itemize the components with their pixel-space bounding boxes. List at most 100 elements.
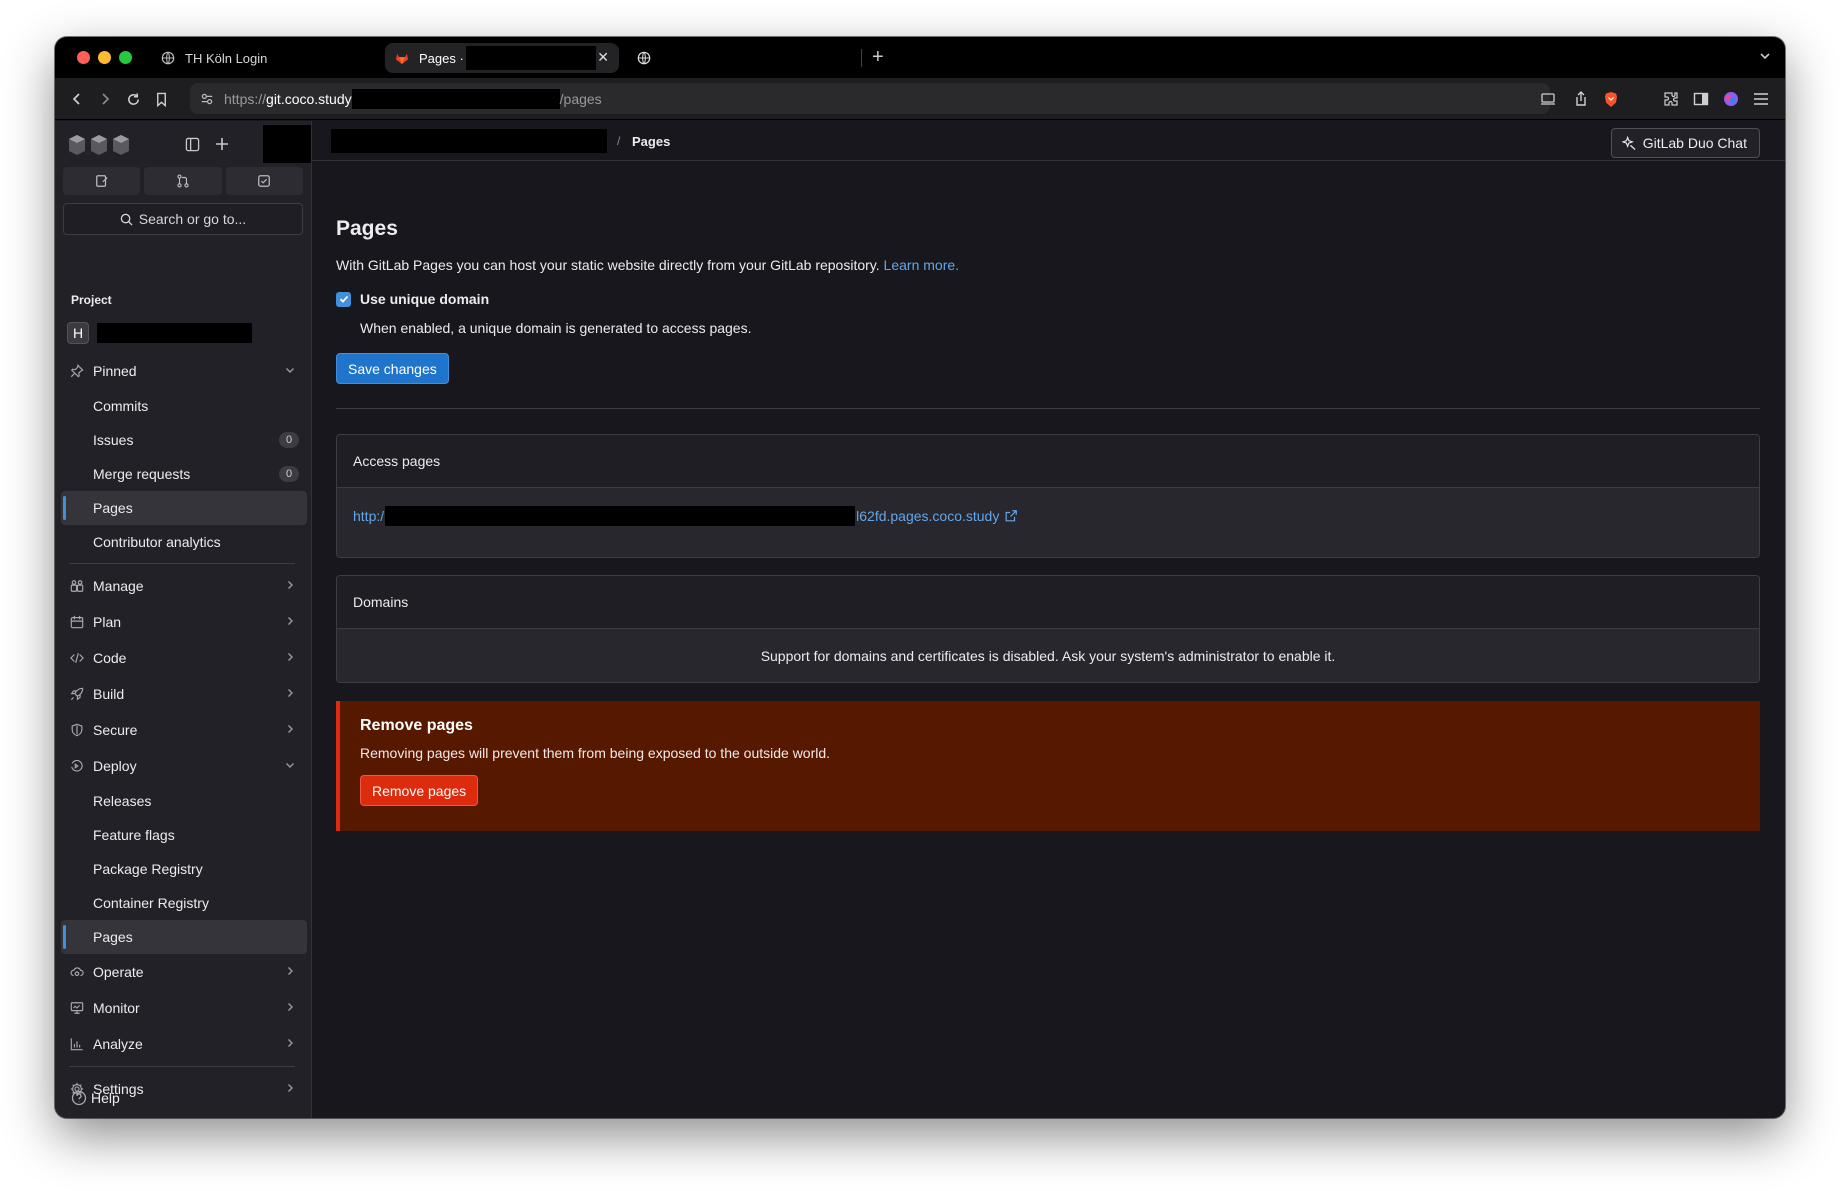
instance-logo-icon[interactable] — [67, 133, 135, 157]
url-prefix: https:// — [224, 90, 267, 107]
todos-shortcut-button[interactable] — [225, 167, 303, 195]
page-title: Pages — [336, 217, 398, 240]
create-new-plus-icon[interactable] — [213, 135, 231, 153]
duo-chat-button[interactable]: GitLab Duo Chat — [1610, 128, 1760, 158]
sidebar-item-pinned[interactable]: Pinned — [61, 353, 307, 389]
extensions-icon[interactable] — [1661, 89, 1681, 109]
main-content: / Pages GitLab Duo Chat Pages With GitLa… — [312, 121, 1785, 1118]
sidebar-item-issues[interactable]: Issues 0 — [61, 423, 307, 457]
breadcrumb-current[interactable]: Pages — [632, 134, 670, 149]
code-icon — [69, 650, 85, 666]
browser-tab-pages[interactable]: Pages · ✕ — [385, 43, 619, 73]
sidebar-item-manage[interactable]: Manage — [61, 568, 307, 604]
save-changes-button[interactable]: Save changes — [336, 353, 449, 384]
sidebar-item-container-registry[interactable]: Container Registry — [61, 886, 307, 920]
sidebar-item-label: Manage — [93, 578, 144, 594]
merge-requests-shortcut-button[interactable] — [144, 167, 222, 195]
browser-tab-blank[interactable] — [627, 43, 847, 73]
count-badge: 0 — [279, 432, 299, 448]
close-window-button[interactable] — [77, 51, 90, 64]
menu-icon[interactable] — [1751, 89, 1771, 109]
sidebar-item-build[interactable]: Build — [61, 676, 307, 712]
url-suffix: /pages — [559, 90, 602, 107]
count-badge: 0 — [279, 466, 299, 482]
help-icon — [71, 1090, 87, 1106]
sidebar-item-package-registry[interactable]: Package Registry — [61, 852, 307, 886]
checkbox-help-text: When enabled, a unique domain is generat… — [360, 320, 752, 336]
rocket-icon — [69, 686, 85, 702]
sidebar-item-contributor-analytics[interactable]: Contributor analytics — [61, 525, 307, 559]
back-icon[interactable] — [67, 89, 87, 109]
close-tab-icon[interactable]: ✕ — [597, 49, 609, 66]
sidebar-header — [55, 121, 311, 165]
leo-ai-icon[interactable] — [1721, 89, 1741, 109]
sidebar-item-pages-pinned[interactable]: Pages — [61, 491, 307, 525]
sidebar-item-label: Deploy — [93, 758, 137, 774]
redacted-block — [465, 46, 596, 70]
users-icon — [69, 578, 85, 594]
minimize-window-button[interactable] — [98, 51, 111, 64]
chevron-right-icon — [285, 579, 295, 593]
tab-label: TH Köln Login — [185, 50, 268, 66]
learn-more-link[interactable]: Learn more. — [884, 257, 959, 273]
sidebar-item-merge-requests[interactable]: Merge requests 0 — [61, 457, 307, 491]
site-settings-icon[interactable] — [190, 92, 224, 106]
sidebar-item-plan[interactable]: Plan — [61, 604, 307, 640]
issues-shortcut-button[interactable] — [63, 167, 141, 195]
divider — [336, 408, 1760, 409]
issues-icon — [95, 175, 108, 187]
brave-shield-icon[interactable] — [1601, 89, 1621, 109]
sidebar-item-monitor[interactable]: Monitor — [61, 990, 307, 1026]
chevron-right-icon — [285, 1082, 295, 1096]
tab-list-chevron-icon[interactable] — [1759, 49, 1771, 67]
sidebar-toggle-icon[interactable] — [1691, 89, 1711, 109]
sidebar-item-operate[interactable]: Operate — [61, 954, 307, 990]
project-avatar: H — [67, 322, 89, 344]
sidebar-item-commits[interactable]: Commits — [61, 389, 307, 423]
sidebar-item-analyze[interactable]: Analyze — [61, 1026, 307, 1062]
chevron-right-icon — [285, 965, 295, 979]
chart-icon — [69, 1036, 85, 1052]
sidebar-item-label: Code — [93, 650, 127, 666]
checkbox-label[interactable]: Use unique domain — [360, 291, 489, 307]
chevron-down-icon — [285, 759, 295, 773]
bookmark-icon[interactable] — [151, 89, 171, 109]
sidebar-item-releases[interactable]: Releases — [61, 784, 307, 818]
domains-card: Domains Support for domains and certific… — [336, 575, 1760, 683]
browser-tab-login[interactable]: TH Köln Login — [151, 43, 381, 73]
card-body: http:/ l62fd.pages.coco.study — [337, 488, 1759, 557]
sidebar-item-label: Contributor analytics — [93, 534, 221, 550]
collapse-sidebar-icon[interactable] — [183, 135, 201, 153]
forward-icon[interactable] — [95, 89, 115, 109]
search-button[interactable]: Search or go to... — [63, 203, 303, 235]
new-tab-icon[interactable]: + — [872, 47, 884, 67]
unique-domain-option: Use unique domain — [336, 291, 489, 307]
sidebar-item-feature-flags[interactable]: Feature flags — [61, 818, 307, 852]
zoom-window-button[interactable] — [119, 51, 132, 64]
intro-description: With GitLab Pages you can host your stat… — [336, 257, 880, 273]
unique-domain-checkbox[interactable] — [336, 291, 351, 307]
sidebar-item-deploy[interactable]: Deploy — [61, 748, 307, 784]
project-link[interactable]: H — [67, 321, 303, 345]
help-button[interactable]: Help — [71, 1090, 120, 1106]
sidebar-item-label: Feature flags — [93, 827, 175, 843]
remove-pages-button[interactable]: Remove pages — [360, 775, 479, 806]
pages-url-link[interactable]: http:/ l62fd.pages.coco.study — [353, 506, 1018, 526]
address-bar[interactable]: https://git.coco.study/pages — [190, 83, 1550, 114]
sidebar-item-label: Secure — [93, 722, 138, 738]
share-icon[interactable] — [1571, 89, 1591, 109]
tab-label: Pages · — [419, 50, 464, 66]
user-avatar[interactable] — [263, 125, 311, 163]
sidebar-item-label: Merge requests — [93, 466, 191, 482]
sidebar-item-code[interactable]: Code — [61, 640, 307, 676]
chevron-right-icon — [285, 651, 295, 665]
external-link-icon — [1005, 510, 1018, 522]
monitor-icon — [69, 1000, 85, 1016]
sidebar-shortcuts — [63, 167, 303, 195]
sidebar-section-title: Project — [71, 293, 112, 307]
reload-icon[interactable] — [123, 89, 143, 109]
breadcrumb-redacted[interactable] — [331, 129, 607, 153]
cast-icon[interactable] — [1538, 89, 1558, 109]
sidebar-item-pages[interactable]: Pages — [61, 920, 307, 954]
sidebar-item-secure[interactable]: Secure — [61, 712, 307, 748]
